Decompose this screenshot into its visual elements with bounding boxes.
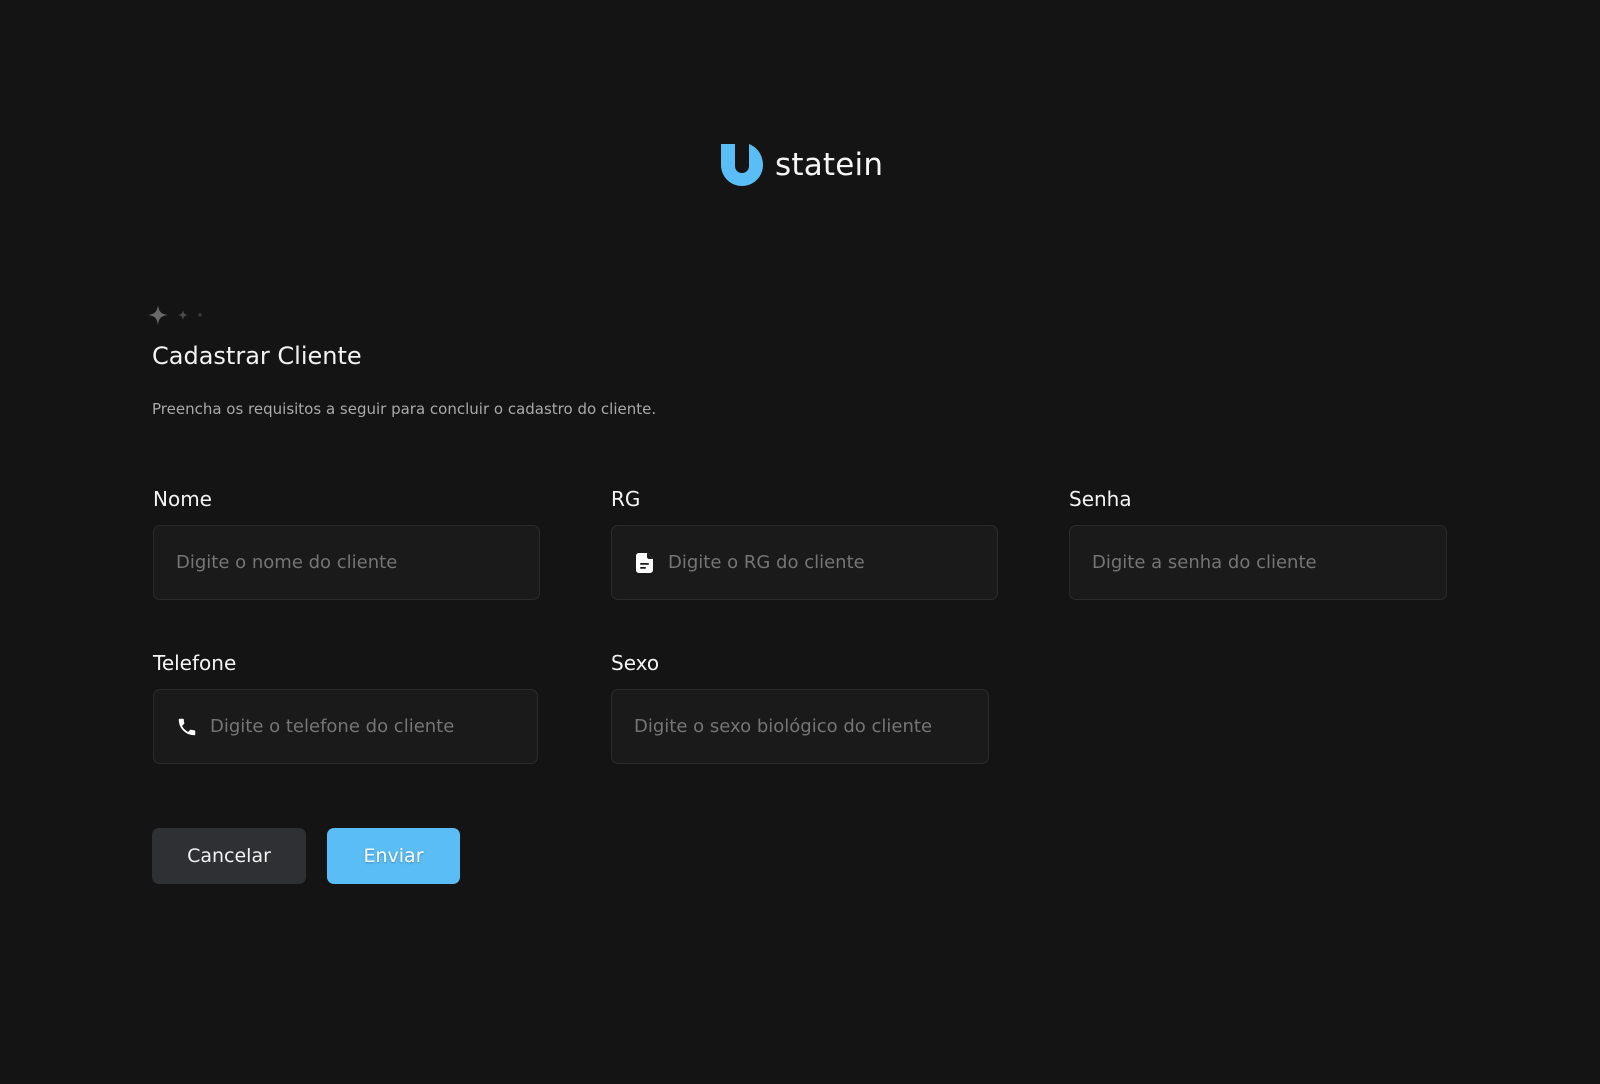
sexo-input[interactable] [634, 716, 966, 737]
sparkles-icon [148, 305, 202, 325]
field-telefone: Telefone [153, 651, 538, 764]
page: statein Cadastrar Cliente Preencha os re… [0, 0, 1600, 1084]
nome-input[interactable] [176, 552, 517, 573]
senha-label: Senha [1069, 487, 1132, 511]
cancel-button[interactable]: Cancelar [152, 828, 306, 884]
document-icon [634, 552, 656, 574]
telefone-label: Telefone [153, 651, 237, 675]
senha-input-box[interactable] [1069, 525, 1447, 600]
field-senha: Senha [1069, 487, 1447, 600]
brand-name: statein [775, 147, 884, 183]
field-rg: RG [611, 487, 998, 600]
rg-label: RG [611, 487, 641, 511]
phone-icon [176, 716, 198, 738]
field-sexo: Sexo [611, 651, 989, 764]
rg-input-box[interactable] [611, 525, 998, 600]
submit-button[interactable]: Enviar [327, 828, 460, 884]
sexo-label: Sexo [611, 651, 660, 675]
nome-input-box[interactable] [153, 525, 540, 600]
page-title: Cadastrar Cliente [152, 342, 362, 370]
sexo-input-box[interactable] [611, 689, 989, 764]
telefone-input[interactable] [210, 716, 515, 737]
senha-input[interactable] [1092, 552, 1424, 573]
statein-logo-icon [721, 144, 763, 186]
nome-label: Nome [153, 487, 212, 511]
field-nome: Nome [153, 487, 540, 600]
brand-logo: statein [721, 144, 883, 186]
page-subtitle: Preencha os requisitos a seguir para con… [152, 400, 657, 418]
rg-input[interactable] [668, 552, 975, 573]
telefone-input-box[interactable] [153, 689, 538, 764]
